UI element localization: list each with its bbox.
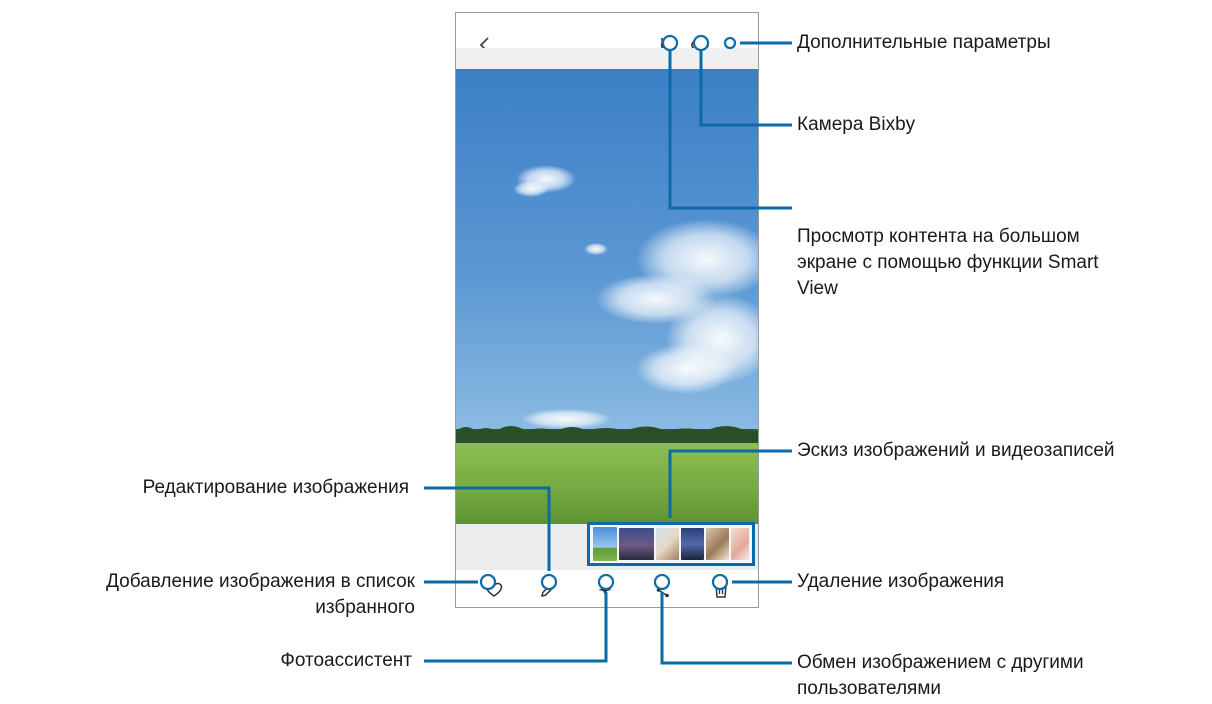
callout-lines [424, 34, 792, 665]
label-more-options: Дополнительные параметры [797, 32, 1051, 53]
label-smart-view-3: View [797, 278, 838, 299]
label-thumbnails: Эскиз изображений и видеозаписей [797, 440, 1115, 461]
label-share-1: Обмен изображением с другими [797, 652, 1084, 673]
label-add-favorite-2: избранного [315, 597, 415, 618]
label-photo-assistant: Фотоассистент [280, 650, 412, 671]
label-share-2: пользователями [797, 678, 941, 699]
label-smart-view-1: Просмотр контента на большом [797, 226, 1080, 247]
label-bixby-camera: Камера Bixby [797, 114, 916, 135]
label-delete-image: Удаление изображения [797, 571, 1005, 592]
label-edit-image: Редактирование изображения [142, 477, 409, 498]
label-add-favorite-1: Добавление изображения в список [106, 571, 415, 592]
label-smart-view-2: экране с помощью функции Smart [797, 252, 1099, 273]
